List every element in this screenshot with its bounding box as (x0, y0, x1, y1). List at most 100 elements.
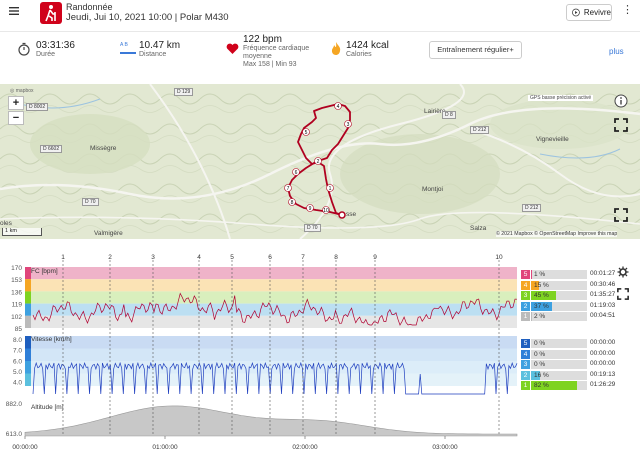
altitude-ytick: 613.0 (6, 431, 23, 438)
hr-ytick: 153 (11, 277, 22, 284)
zone-legend-row: 1 82 % (521, 381, 587, 390)
speed-ytick: 5.0 (13, 369, 22, 376)
speed-zone-band (25, 348, 517, 361)
heart-rate-minmax: Max 158 | Min 93 (243, 61, 297, 68)
route-map[interactable]: 1 2 3 4 5 6 7 8 9 10 + − ◎ mapbox Lairière Missèg… (0, 84, 640, 239)
hr-zone-band (25, 291, 517, 304)
zone-percent: 45 % (534, 292, 549, 299)
road-label: D 129 (174, 88, 194, 96)
zone-percent: 0 % (534, 340, 546, 347)
zone-percent: 0 % (534, 361, 546, 368)
menu-icon[interactable] (8, 5, 20, 17)
more-link[interactable]: plus (609, 47, 624, 56)
zone-legend-row: 5 0 % (521, 339, 587, 348)
gps-info-icon[interactable] (614, 94, 628, 108)
place-label: Missègre (90, 145, 117, 152)
zone-legend-row: 3 0 % (521, 360, 587, 369)
road-label: D 8 (442, 111, 456, 119)
hr-axis-title: FC [bpm] (31, 268, 58, 275)
zone-bar: 0 % (531, 339, 587, 348)
zone-percent: 15 % (534, 281, 549, 289)
road-label: D 6602 (40, 145, 63, 153)
zone-number: 2 (521, 301, 530, 311)
lap-number: 10 (495, 254, 503, 261)
zone-percent: 37 % (534, 302, 549, 310)
summary-bar: 03:31:36 Durée A B 10.47 km Distance 122… (0, 31, 640, 71)
altitude-ytick: 882.0 (6, 401, 23, 408)
zone-bar: 45 % (531, 291, 587, 300)
route-km-label: 1 (329, 186, 332, 192)
training-benefit-button[interactable]: Entraînement régulier+ (429, 41, 522, 59)
zone-number: 4 (521, 280, 530, 290)
route-km-label: 8 (291, 200, 294, 206)
lap-number: 7 (301, 254, 305, 261)
hr-zone-band (25, 303, 517, 316)
zone-legend-row: 3 45 % (521, 291, 587, 300)
zone-bar: 16 % (531, 370, 587, 380)
distance-icon: A B (120, 42, 136, 54)
zone-number: 4 (521, 349, 530, 359)
lap-number: 4 (197, 254, 201, 261)
zone-time: 01:35:27 (590, 291, 616, 298)
route-km-label: 5 (305, 130, 308, 136)
map-fullscreen-icon[interactable] (614, 208, 628, 222)
fullscreen-icon[interactable] (614, 118, 628, 132)
route-km-label: 3 (347, 122, 350, 128)
chart-fullscreen-icon[interactable] (617, 288, 629, 300)
zone-legend-row: 2 37 % (521, 301, 587, 311)
lap-number: 6 (268, 254, 272, 261)
zone-legend-row: 2 16 % (521, 370, 587, 380)
distance-label: Distance (139, 51, 167, 58)
place-label: Valmigère (94, 230, 123, 237)
zone-time: 00:00:00 (590, 360, 616, 367)
zone-number: 5 (521, 339, 530, 348)
speed-ytick: 7.0 (13, 348, 22, 355)
lap-number: 3 (151, 254, 155, 261)
map-attribution[interactable]: © 2021 Mapbox © OpenStreetMap Improve th… (496, 231, 618, 237)
zoom-in-button[interactable]: + (8, 96, 24, 110)
zone-number: 5 (521, 270, 530, 279)
speed-zone-marker (25, 361, 31, 374)
flame-icon (331, 42, 341, 55)
zone-time: 00:01:27 (590, 270, 616, 277)
heart-rate-stat: 122 bpm Fréquence cardiaque moyenne Max … (243, 34, 323, 69)
x-tick-label: 01:00:00 (152, 444, 178, 451)
zone-time: 00:00:00 (590, 349, 616, 357)
speed-axis-title: Vitesse [km/h] (31, 336, 72, 343)
hr-zone-band (25, 267, 517, 280)
zone-time: 00:30:46 (590, 280, 616, 288)
hr-ytick: 102 (11, 314, 22, 321)
place-label: Salza (470, 225, 487, 232)
stopwatch-icon (18, 42, 30, 56)
zone-bar: 37 % (531, 301, 587, 311)
hr-zone-marker (25, 291, 31, 304)
altitude-area (24, 405, 518, 437)
zone-percent: 1 % (534, 271, 546, 278)
duration-value: 03:31:36 (36, 40, 75, 51)
altitude-axis-title: Altitude [m] (31, 404, 64, 411)
replay-label: Revivre (583, 8, 611, 17)
zone-number: 1 (521, 381, 530, 390)
route-km-label: 6 (295, 170, 298, 176)
analysis-chart[interactable]: 170153136119102858.07.06.05.04.0882.0613… (0, 250, 520, 454)
zone-fill (531, 312, 533, 321)
replay-button[interactable]: Revivre (566, 4, 612, 21)
lap-number: 9 (373, 254, 377, 261)
lap-number: 2 (108, 254, 112, 261)
hiking-icon (40, 2, 62, 24)
hr-ytick: 170 (11, 265, 22, 272)
speed-zone-band (25, 336, 517, 349)
zone-time: 01:19:03 (590, 301, 616, 309)
lap-number: 5 (230, 254, 234, 261)
more-options-icon[interactable]: ⋮ (622, 5, 633, 16)
zone-percent: 82 % (534, 382, 549, 389)
route-km-label: 2 (317, 159, 320, 165)
zone-time: 00:00:00 (590, 339, 616, 346)
zoom-out-button[interactable]: − (8, 111, 24, 125)
zone-number: 3 (521, 360, 530, 369)
route-km-label: 10 (323, 208, 329, 214)
hr-ytick: 136 (11, 289, 22, 296)
road-label: D 70 (304, 224, 321, 232)
zone-time: 00:04:51 (590, 312, 616, 319)
settings-icon[interactable] (617, 266, 629, 278)
